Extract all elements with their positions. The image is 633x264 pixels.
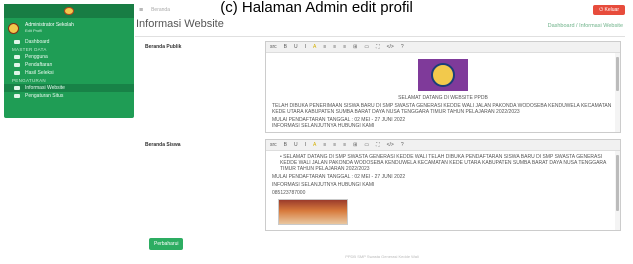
- toolbar-help-button[interactable]: ?: [401, 44, 404, 50]
- toolbar-color-button[interactable]: A: [313, 142, 316, 148]
- toolbar-source-button[interactable]: src: [270, 44, 277, 50]
- sidebar-item-dashboard[interactable]: Dashboard: [4, 38, 134, 46]
- toolbar-bold-button[interactable]: B: [284, 142, 287, 148]
- toolbar-align-button[interactable]: ≡: [343, 142, 346, 148]
- sidebar-item-pengguna[interactable]: Pengguna: [4, 53, 134, 61]
- sidebar-item-label: Pengaturan Situs: [25, 93, 64, 99]
- top-bar-brand: Beranda: [151, 7, 170, 13]
- user-subtitle: Edit Profil: [25, 28, 43, 33]
- editor-beranda-publik[interactable]: src B U I A ≡ ≡ ≡ ⊞ ▭ ⛶ </> ? SELAMAT DA…: [265, 41, 621, 133]
- toolbar-underline-button[interactable]: U: [294, 142, 298, 148]
- toolbar-numlist-button[interactable]: ≡: [333, 142, 336, 148]
- toolbar-numlist-button[interactable]: ≡: [333, 44, 336, 50]
- toolbar-list-button[interactable]: ≡: [323, 44, 326, 50]
- toolbar-table-button[interactable]: ⊞: [353, 142, 357, 148]
- editor-content[interactable]: SELAMAT DATANG DI WEBSITE PPDB TELAH DIB…: [266, 53, 620, 132]
- settings-icon: [14, 94, 20, 98]
- page-header: Informasi Website Dashboard / Informasi …: [135, 16, 629, 34]
- form-card: Beranda Publik src B U I A ≡ ≡ ≡ ⊞ ▭ ⛶ <…: [135, 36, 625, 250]
- field-label-beranda-publik: Beranda Publik: [145, 44, 182, 50]
- menu-toggle-icon[interactable]: ≡: [139, 7, 143, 14]
- toolbar-code-button[interactable]: </>: [387, 44, 394, 50]
- toolbar-align-button[interactable]: ≡: [343, 44, 346, 50]
- top-bar: ≡ Beranda ⏻ Keluar: [135, 4, 629, 16]
- results-icon: [14, 71, 20, 75]
- breadcrumb[interactable]: Dashboard / Informasi Website: [548, 23, 623, 29]
- toolbar-fullscreen-button[interactable]: ⛶: [376, 44, 380, 50]
- editor-toolbar: src B U I A ≡ ≡ ≡ ⊞ ▭ ⛶ </> ?: [266, 42, 620, 53]
- school-logo-icon: [64, 7, 74, 15]
- toolbar-underline-button[interactable]: U: [294, 44, 298, 50]
- group-photo-image: [278, 199, 348, 225]
- toolbar-source-button[interactable]: src: [270, 142, 277, 148]
- sidebar-item-informasi-website[interactable]: Informasi Website: [4, 84, 134, 92]
- school-seal-image: [272, 59, 614, 91]
- editor-toolbar: src B U I A ≡ ≡ ≡ ⊞ ▭ ⛶ </> ?: [266, 140, 620, 151]
- page-title: Informasi Website: [136, 18, 224, 30]
- toolbar-image-button[interactable]: ▭: [364, 142, 369, 148]
- editor-content[interactable]: • SELAMAT DATANG DI SMP SWASTA GENERASI …: [266, 151, 620, 228]
- sidebar-section-pengaturan: PENGATURAN: [12, 78, 46, 83]
- sidebar-item-label: Informasi Website: [25, 85, 65, 91]
- phone-text: 085123787000: [272, 190, 306, 196]
- announcement-paragraph: TELAH DIBUKA PENERIMAAN SISWA BARU DI SM…: [272, 103, 612, 115]
- logout-button[interactable]: ⏻ Keluar: [593, 5, 625, 15]
- welcome-bullet-text: SELAMAT DATANG DI SMP SWASTA GENERASI KE…: [280, 154, 607, 172]
- welcome-bullet: • SELAMAT DATANG DI SMP SWASTA GENERASI …: [280, 154, 607, 172]
- logout-label: Keluar: [604, 7, 619, 13]
- info-icon: [14, 86, 20, 90]
- register-icon: [14, 63, 20, 67]
- toolbar-code-button[interactable]: </>: [387, 142, 394, 148]
- welcome-heading: SELAMAT DATANG DI WEBSITE PPDB: [398, 95, 488, 101]
- field-label-beranda-siswa: Beranda Siswa: [145, 142, 181, 148]
- toolbar-fullscreen-button[interactable]: ⛶: [376, 142, 380, 148]
- main-content: ≡ Beranda ⏻ Keluar Informasi Website Das…: [135, 4, 629, 264]
- users-icon: [14, 55, 20, 59]
- school-seal-icon: [431, 63, 455, 87]
- sidebar-item-pengaturan-situs[interactable]: Pengaturan Situs: [4, 92, 134, 100]
- toolbar-italic-button[interactable]: I: [305, 44, 306, 50]
- scrollbar-thumb[interactable]: [616, 57, 619, 91]
- toolbar-italic-button[interactable]: I: [305, 142, 306, 148]
- scrollbar-thumb[interactable]: [616, 155, 619, 211]
- toolbar-list-button[interactable]: ≡: [323, 142, 326, 148]
- sidebar-section-master-data: MASTER DATA: [12, 47, 47, 52]
- toolbar-bold-button[interactable]: B: [284, 44, 287, 50]
- sidebar: Administrator Sekolah Edit Profil Dashbo…: [4, 4, 134, 118]
- info-text: INFORMASI SELANJUTNYA HUBUNGI KAMI: [272, 123, 375, 129]
- sidebar-item-label: Dashboard: [25, 39, 50, 45]
- sidebar-logo-bar: [4, 4, 134, 18]
- toolbar-image-button[interactable]: ▭: [364, 44, 369, 50]
- sidebar-item-label: Hasil Seleksi: [25, 70, 54, 76]
- toolbar-help-button[interactable]: ?: [401, 142, 404, 148]
- footer: PPDB SMP Swasta Generasi Kedde Wali: [345, 254, 419, 259]
- dashboard-icon: [14, 40, 20, 44]
- schedule-text: MULAI PENDAFTARAN TANGGAL : 02 MEI - 27 …: [272, 174, 406, 180]
- sidebar-item-label: Pendaftaran: [25, 62, 53, 68]
- sidebar-item-hasil-seleksi[interactable]: Hasil Seleksi: [4, 69, 134, 77]
- toolbar-color-button[interactable]: A: [313, 44, 316, 50]
- editor-scrollbar[interactable]: [615, 151, 620, 230]
- editor-scrollbar[interactable]: [615, 53, 620, 132]
- sidebar-item-pendaftaran[interactable]: Pendaftaran: [4, 61, 134, 69]
- sidebar-item-label: Pengguna: [25, 54, 48, 60]
- avatar: [8, 22, 19, 34]
- toolbar-table-button[interactable]: ⊞: [353, 44, 357, 50]
- user-profile[interactable]: Administrator Sekolah Edit Profil: [4, 18, 134, 38]
- info-text: INFORMASI SELANJUTNYA HUBUNGI KAMI: [272, 182, 375, 188]
- update-button[interactable]: Perbaharui: [149, 238, 184, 250]
- editor-beranda-siswa[interactable]: src B U I A ≡ ≡ ≡ ⊞ ▭ ⛶ </> ? • SELAMAT …: [265, 139, 621, 231]
